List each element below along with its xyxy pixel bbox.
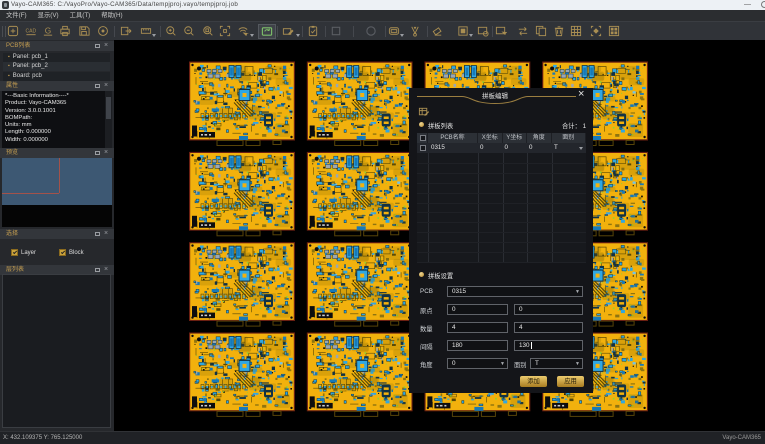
svg-text:CAD: CAD (25, 28, 36, 34)
svg-text:G: G (45, 25, 51, 35)
